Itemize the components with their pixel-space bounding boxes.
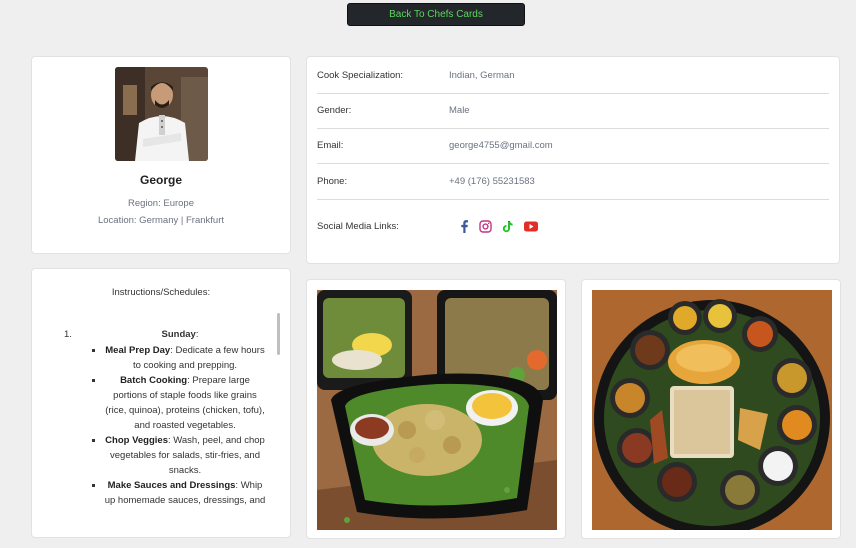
list-item: Meal Prep Day: Dedicate a few hours to c… [104,343,266,373]
detail-value: +49 (176) 55231583 [449,176,535,187]
instagram-icon[interactable] [479,220,492,233]
instructions-card: Instructions/Schedules: 1. Sunday: Meal … [31,268,291,538]
instructions-scroll-area[interactable]: 1. Sunday: Meal Prep Day: Dedicate a few… [32,321,276,517]
list-item: Batch Cooking: Prepare large portions of… [104,373,266,433]
chef-avatar [115,67,208,161]
day-heading: Sunday: [94,329,266,340]
task-title: Make Sauces and Dressings [107,480,236,491]
chef-name: George [139,173,182,187]
list-item: Chop Veggies: Wash, peel, and chop veget… [104,433,266,478]
social-media-label: Social Media Links: [317,221,399,232]
thali-image [592,290,832,530]
day-colon: : [195,329,199,340]
chef-region: Region: Europe [127,198,195,209]
task-list: Meal Prep Day: Dedicate a few hours to c… [92,343,266,508]
tiktok-icon[interactable] [502,220,514,233]
detail-label: Gender: [317,105,352,116]
task-title: Batch Cooking [120,375,188,386]
day-name: Sunday [161,329,196,340]
task-title: Meal Prep Day [105,345,171,356]
food-image-card-2 [581,279,841,539]
detail-row-gender: Gender: Male [317,93,829,129]
detail-label: Cook Specialization: [317,70,404,81]
chef-profile-card: George Region: Europe Location: Germany … [31,56,291,254]
detail-label: Phone: [317,176,348,187]
instructions-title: Instructions/Schedules: [111,287,211,298]
list-item: Make Sauces and Dressings: Whip up homem… [104,478,266,508]
detail-value: george4755@gmail.com [449,140,553,151]
detail-label: Email: [317,140,344,151]
food-image-card-1 [306,279,566,539]
facebook-icon[interactable] [459,220,469,233]
detail-row-phone: Phone: +49 (176) 55231583 [317,164,829,200]
youtube-icon[interactable] [524,221,538,232]
detail-row-specialization: Cook Specialization: Indian, German [317,58,829,94]
detail-row-email: Email: george4755@gmail.com [317,128,829,164]
task-title: Chop Veggies [105,435,168,446]
detail-value: Indian, German [449,70,515,81]
chef-location: Location: Germany | Frankfurt [97,215,225,226]
back-to-chefs-cards-button[interactable]: Back To Chefs Cards [347,3,525,26]
detail-row-social: Social Media Links: [317,209,829,244]
day-number: 1. [64,329,72,340]
detail-value: Male [449,105,470,116]
meal-prep-image [317,290,557,530]
social-icons [459,220,538,233]
chef-details-card: Cook Specialization: Indian, German Gend… [306,56,840,264]
instructions-scrollbar[interactable] [277,313,280,355]
